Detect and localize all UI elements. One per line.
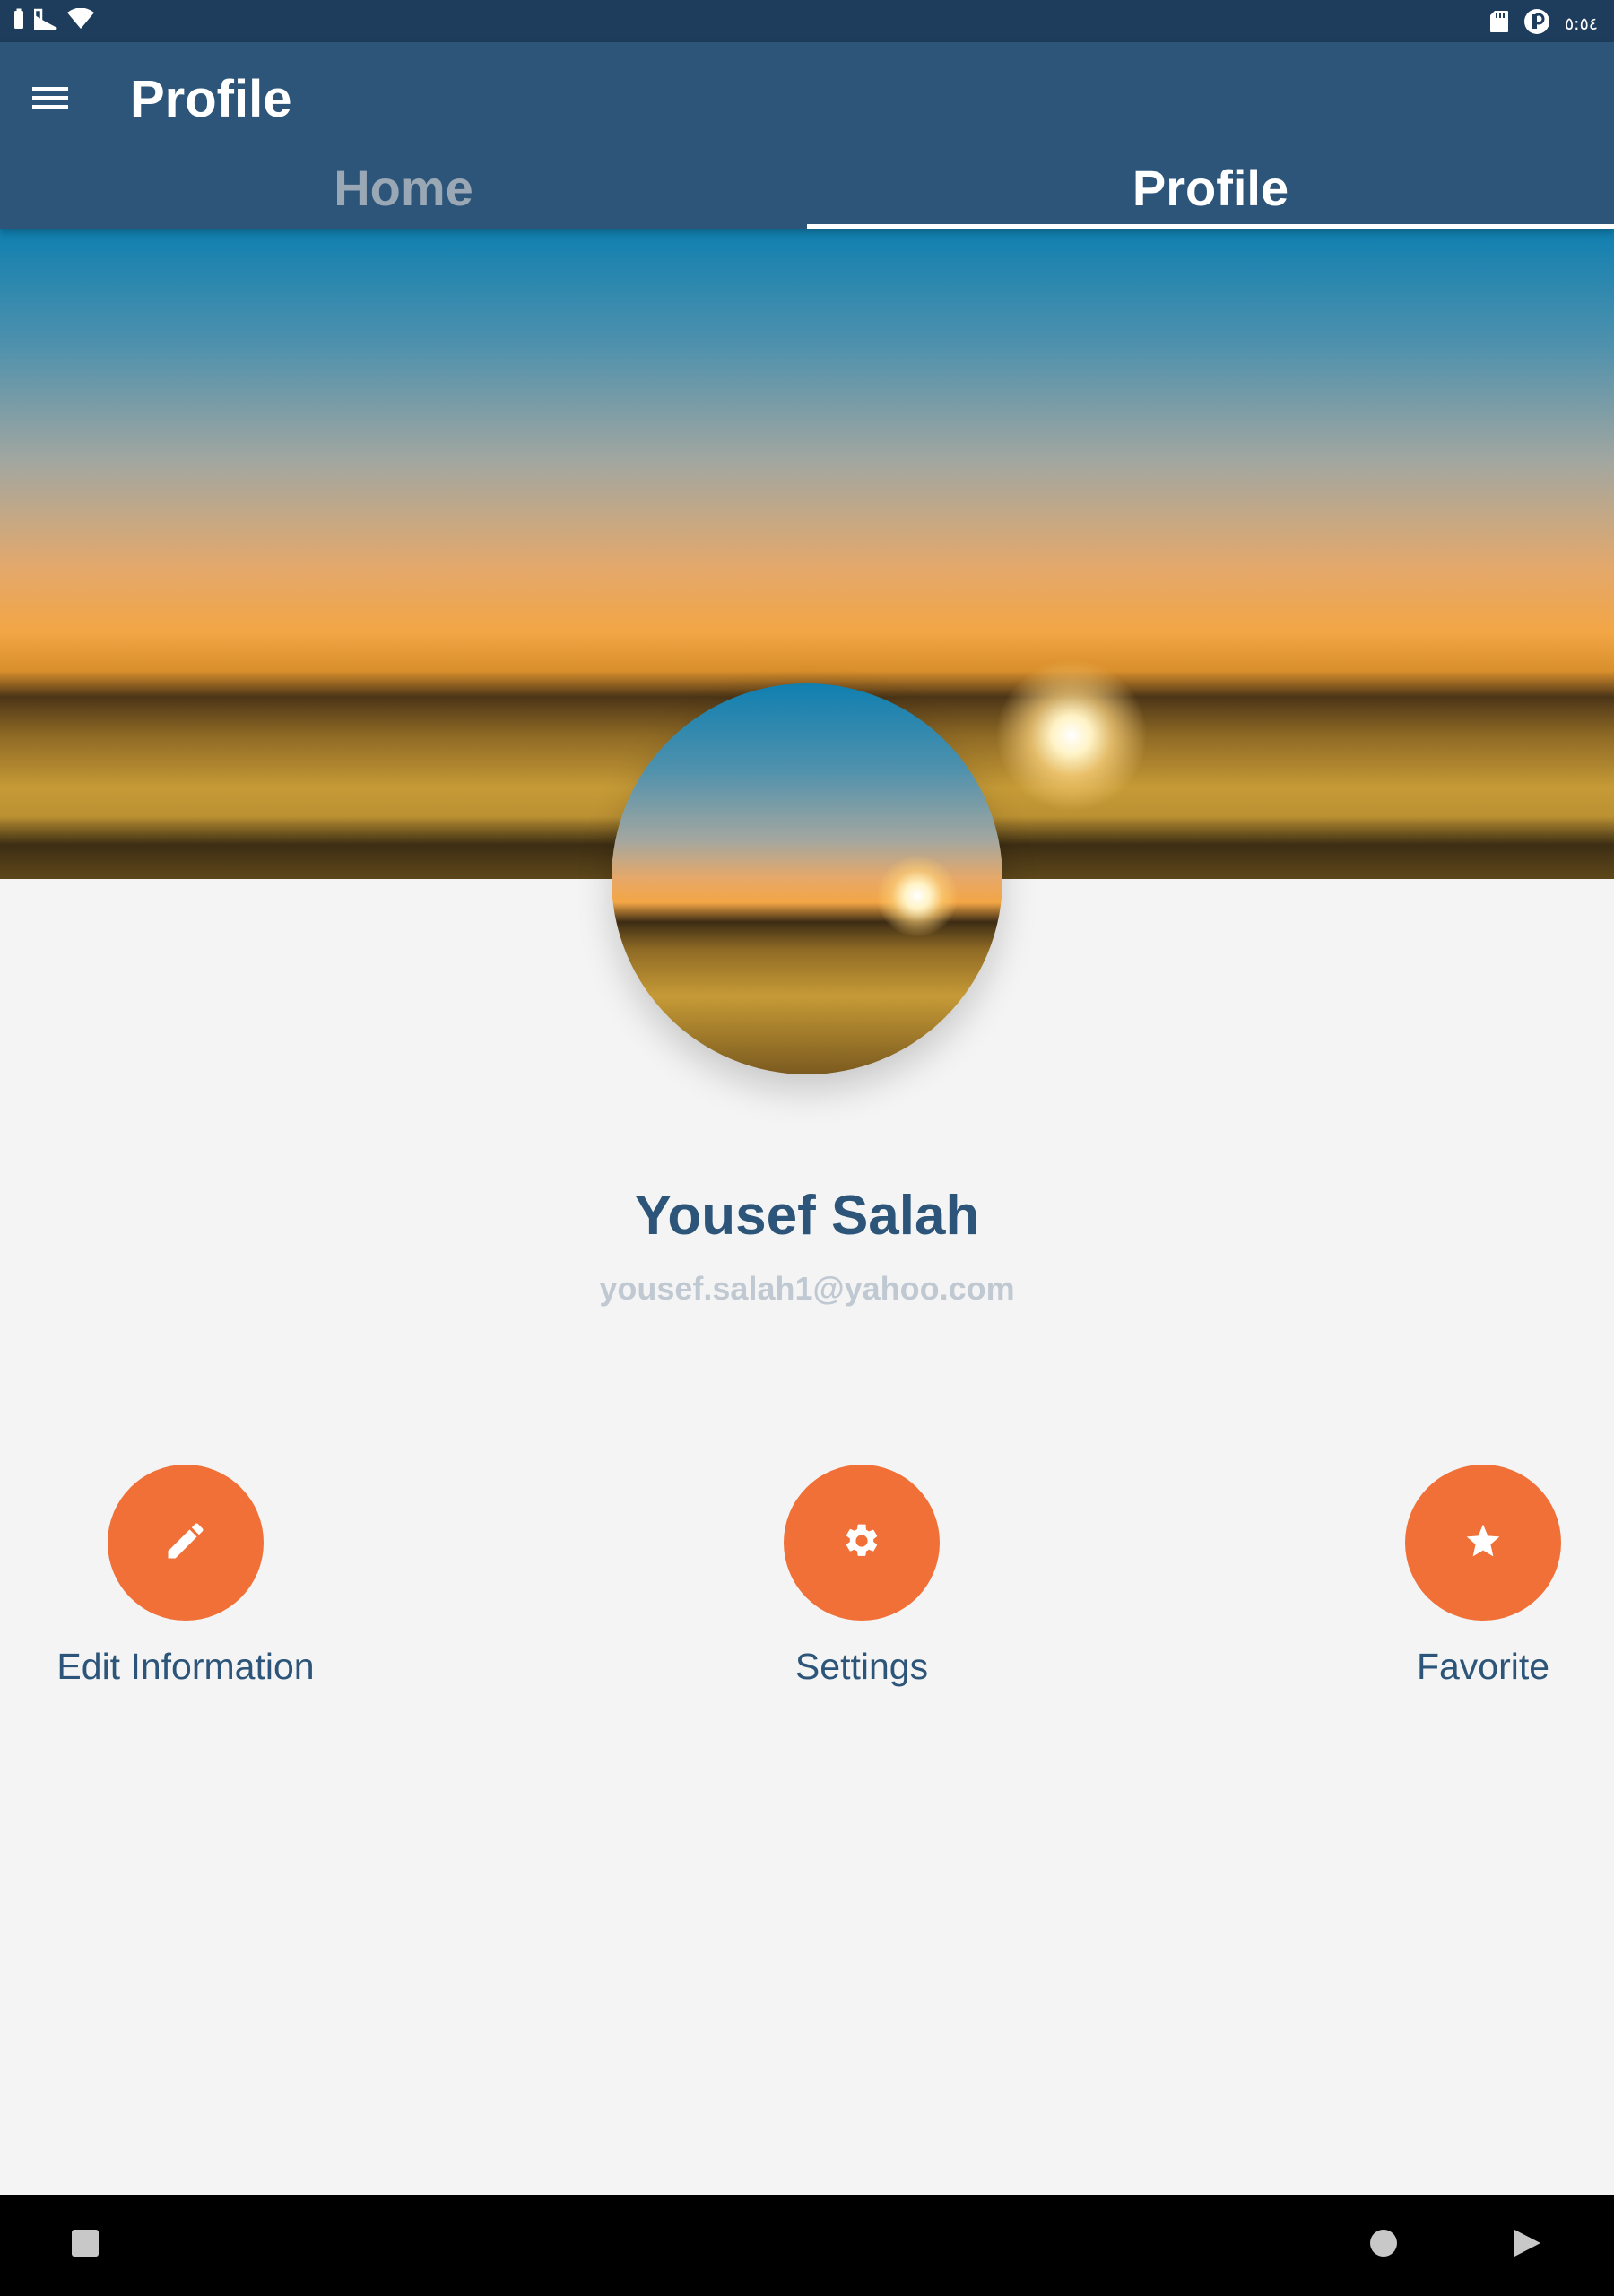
cover-sun	[995, 659, 1148, 812]
battery-icon	[13, 8, 25, 34]
edit-information-button[interactable]: Edit Information	[24, 1465, 347, 1688]
avatar[interactable]	[612, 683, 1002, 1074]
sd-card-icon	[1489, 10, 1509, 38]
edit-information-label: Edit Information	[56, 1646, 315, 1687]
app-bar: Profile Home Profile	[0, 42, 1614, 229]
settings-circle	[784, 1465, 940, 1621]
home-icon	[1369, 2229, 1398, 2262]
back-icon	[1512, 2228, 1542, 2263]
status-right-icons: ٥:٥٤	[1489, 8, 1598, 39]
favorite-button[interactable]: Favorite	[1322, 1465, 1614, 1688]
gear-icon	[842, 1521, 881, 1565]
menu-icon	[32, 84, 68, 116]
page-title: Profile	[130, 70, 292, 128]
recents-icon	[71, 2229, 100, 2262]
tab-indicator	[807, 224, 1614, 229]
back-button[interactable]	[1502, 2220, 1552, 2270]
star-icon	[1463, 1521, 1503, 1565]
settings-button[interactable]: Settings	[700, 1465, 1023, 1688]
tab-profile[interactable]: Profile	[807, 146, 1614, 229]
user-name: Yousef Salah	[634, 1185, 980, 1247]
status-left-icons	[13, 7, 95, 34]
recents-button[interactable]	[60, 2220, 110, 2270]
app-notification-icon	[1523, 8, 1550, 39]
wifi-icon	[66, 7, 95, 34]
tab-bar: Home Profile	[0, 146, 1614, 229]
navigation-bar	[0, 2195, 1614, 2296]
tab-home-label: Home	[334, 159, 473, 216]
home-button[interactable]	[1358, 2220, 1409, 2270]
clock-text: ٥:٥٤	[1564, 13, 1598, 34]
avatar-sun	[877, 856, 958, 936]
favorite-circle	[1405, 1465, 1561, 1621]
tab-profile-label: Profile	[1132, 159, 1289, 216]
menu-button[interactable]	[20, 73, 81, 126]
user-email: yousef.salah1@yahoo.com	[599, 1270, 1015, 1307]
signal-icon	[33, 8, 57, 34]
tab-home[interactable]: Home	[0, 146, 807, 229]
edit-information-circle	[108, 1465, 264, 1621]
pencil-icon	[162, 1518, 209, 1569]
settings-label: Settings	[794, 1646, 929, 1687]
status-bar: ٥:٥٤	[0, 0, 1614, 42]
favorite-label: Favorite	[1416, 1646, 1550, 1687]
